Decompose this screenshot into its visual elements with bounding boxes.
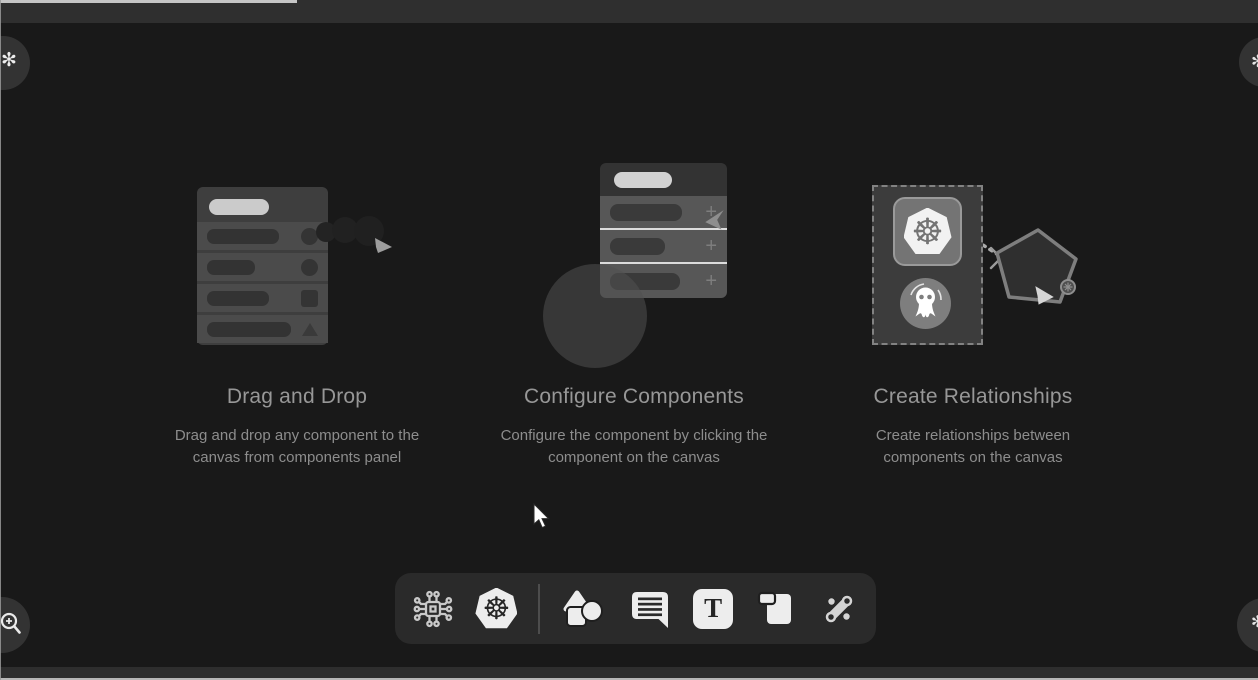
circuit-icon xyxy=(411,587,455,631)
kubernetes-node-graphic: ☸ xyxy=(893,197,962,266)
kubernetes-icon: ☸ xyxy=(904,208,952,256)
components-circuit-tool[interactable] xyxy=(411,587,455,631)
top-bar xyxy=(0,0,1258,23)
cursor-icon xyxy=(371,236,395,260)
tools-dock: ☸ T xyxy=(395,573,876,644)
panel-header xyxy=(600,163,727,196)
flower-icon: ✻ xyxy=(1,51,17,70)
card-title: Configure Components xyxy=(464,385,804,409)
link-icon xyxy=(818,588,860,630)
flower-icon: ✻ xyxy=(1251,53,1258,70)
square-shape xyxy=(301,290,318,307)
comment-tool[interactable] xyxy=(627,588,673,630)
card-description: Drag and drop any component to the canva… xyxy=(156,425,438,469)
triangle-shape xyxy=(302,323,318,336)
drag-and-drop-illustration xyxy=(127,160,467,375)
text-tool-icon: T xyxy=(693,589,733,629)
text-tool[interactable]: T xyxy=(693,589,733,629)
note-tool[interactable] xyxy=(754,588,798,630)
panel-row xyxy=(197,284,328,312)
card-title: Create Relationships xyxy=(803,385,1143,409)
bottom-bar xyxy=(0,667,1258,678)
onboarding-card-configure-components: + + + Configure Components Configure the… xyxy=(464,160,804,469)
onboarding-card-drag-and-drop: Drag and Drop Drag and drop any componen… xyxy=(127,160,467,469)
link-relationship-tool[interactable] xyxy=(818,588,860,630)
create-relationships-illustration: ☸ xyxy=(803,160,1143,375)
panel-row xyxy=(197,222,328,250)
kubernetes-tool[interactable]: ☸ xyxy=(475,588,517,630)
circle-shape xyxy=(301,259,318,276)
mouse-cursor xyxy=(532,503,552,531)
plus-icon: + xyxy=(705,236,717,256)
top-edge-line xyxy=(0,0,297,3)
panel-row xyxy=(197,253,328,281)
components-panel-graphic xyxy=(197,187,328,345)
left-edge-line xyxy=(0,0,1,680)
shapes-icon xyxy=(560,588,606,630)
flower-icon: ✻ xyxy=(1251,615,1258,631)
plus-icon: + xyxy=(705,271,717,291)
comment-icon xyxy=(627,588,673,630)
squid-mascot-node xyxy=(900,278,951,329)
design-canvas[interactable]: ✻ ✻ ✻ Drag and D xyxy=(0,0,1258,680)
toolbar-divider xyxy=(538,584,540,634)
zoom-in-icon xyxy=(0,611,26,641)
onboarding-card-create-relationships: ☸ xyxy=(803,160,1143,469)
kubernetes-icon: ☸ xyxy=(475,588,517,630)
cursor-icon xyxy=(1031,284,1057,310)
card-description: Create relationships between components … xyxy=(856,425,1091,469)
shapes-tool[interactable] xyxy=(560,588,606,630)
panel-row xyxy=(197,315,328,343)
cursor-icon xyxy=(702,208,728,234)
card-description: Configure the component by clicking the … xyxy=(493,425,775,469)
configure-components-illustration: + + + xyxy=(464,160,804,375)
selection-dashed-box: ☸ xyxy=(872,185,983,345)
panel-row: + xyxy=(600,230,727,264)
note-icon xyxy=(754,588,798,630)
card-title: Drag and Drop xyxy=(127,385,467,409)
panel-title-pill xyxy=(209,199,269,215)
squid-icon xyxy=(900,278,951,329)
click-ripple xyxy=(543,264,647,368)
